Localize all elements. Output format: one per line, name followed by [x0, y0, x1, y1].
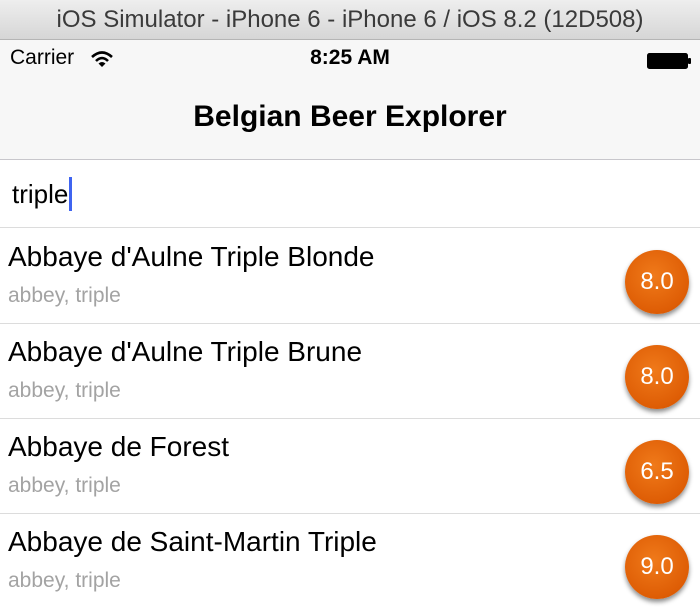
- page-title: Belgian Beer Explorer: [193, 100, 507, 133]
- beer-name: Abbaye de Saint-Martin Triple: [8, 526, 377, 557]
- beer-tags: abbey, triple: [8, 569, 121, 592]
- beer-name: Abbaye d'Aulne Triple Brune: [8, 336, 363, 367]
- abv-badge: 6.5: [625, 440, 689, 504]
- status-time: 8:25 AM: [310, 46, 390, 69]
- beer-name: Abbaye d'Aulne Triple Blonde: [8, 241, 375, 272]
- search-input[interactable]: triple: [12, 177, 73, 211]
- simulator-title: iOS Simulator - iPhone 6 - iPhone 6 / iO…: [56, 6, 644, 33]
- list-item[interactable]: Abbaye de Saint-Martin Triple abbey, tri…: [0, 514, 700, 608]
- beer-tags: abbey, triple: [8, 284, 121, 307]
- beer-name: Abbaye de Forest: [8, 431, 230, 462]
- list-item[interactable]: Abbaye d'Aulne Triple Brune abbey, tripl…: [0, 324, 700, 419]
- simulator-title-bar: iOS Simulator - iPhone 6 - iPhone 6 / iO…: [0, 0, 700, 40]
- list-item[interactable]: Abbaye de Forest abbey, triple 6.5: [0, 419, 700, 514]
- abv-badge: 9.0: [625, 535, 689, 599]
- abv-badge: 8.0: [625, 345, 689, 409]
- beer-tags: abbey, triple: [8, 379, 121, 402]
- list-item[interactable]: Abbaye d'Aulne Triple Blonde abbey, trip…: [0, 229, 700, 324]
- navigation-bar: Belgian Beer Explorer: [0, 78, 700, 160]
- beer-tags: abbey, triple: [8, 474, 121, 497]
- beer-list: Abbaye d'Aulne Triple Blonde abbey, trip…: [0, 229, 700, 608]
- text-caret: [69, 177, 73, 211]
- abv-badge: 8.0: [625, 250, 689, 314]
- battery-icon: [647, 53, 691, 69]
- status-bar: Carrier 8:25 AM: [0, 40, 700, 78]
- search-bar[interactable]: triple: [0, 161, 700, 228]
- search-input-text: triple: [12, 179, 69, 209]
